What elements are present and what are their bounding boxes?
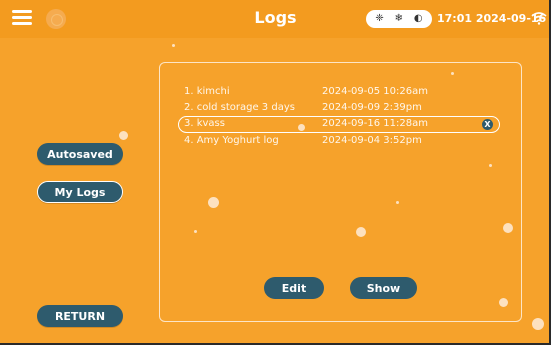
log-name: 2. cold storage 3 days — [184, 102, 295, 113]
log-name: 4. Amy Yoghurt log — [184, 135, 279, 146]
log-date: 2024-09-04 3:52pm — [322, 135, 422, 146]
bubble — [119, 131, 128, 140]
fan-icon: ❈ — [375, 13, 384, 24]
status-pill: ❈ ❄ ◐ — [366, 10, 432, 28]
show-button[interactable]: Show — [350, 277, 417, 299]
autosaved-button[interactable]: Autosaved — [37, 143, 123, 165]
log-item[interactable]: 1. kimchi 2024-09-05 10:26am — [184, 84, 496, 100]
bubble — [172, 44, 175, 47]
snowflake-icon: ❄ — [394, 13, 404, 24]
top-bar: Logs ❈ ❄ ◐ 17:01 2024-09-16 — [0, 0, 549, 38]
log-name: 3. kvass — [184, 118, 225, 129]
datetime-label: 17:01 2024-09-16 — [437, 12, 547, 25]
app-frame: Logs ❈ ❄ ◐ 17:01 2024-09-16 Autosaved My… — [0, 0, 551, 345]
edit-button[interactable]: Edit — [264, 277, 324, 299]
log-item-selected[interactable]: 3. kvass 2024-09-16 11:28am X — [178, 116, 500, 133]
log-item[interactable]: 4. Amy Yoghurt log 2024-09-04 3:52pm — [184, 133, 496, 149]
bubble — [532, 318, 544, 330]
return-button[interactable]: RETURN — [37, 305, 123, 327]
log-date: 2024-09-05 10:26am — [322, 86, 428, 97]
log-name: 1. kimchi — [184, 86, 230, 97]
close-icon[interactable]: X — [482, 119, 493, 130]
log-date: 2024-09-09 2:39pm — [322, 102, 422, 113]
log-date: 2024-09-16 11:28am — [322, 118, 428, 129]
wifi-icon — [531, 12, 547, 25]
log-item[interactable]: 2. cold storage 3 days 2024-09-09 2:39pm — [184, 100, 496, 116]
power-icon: ◐ — [413, 13, 423, 24]
mylogs-button[interactable]: My Logs — [37, 181, 123, 203]
